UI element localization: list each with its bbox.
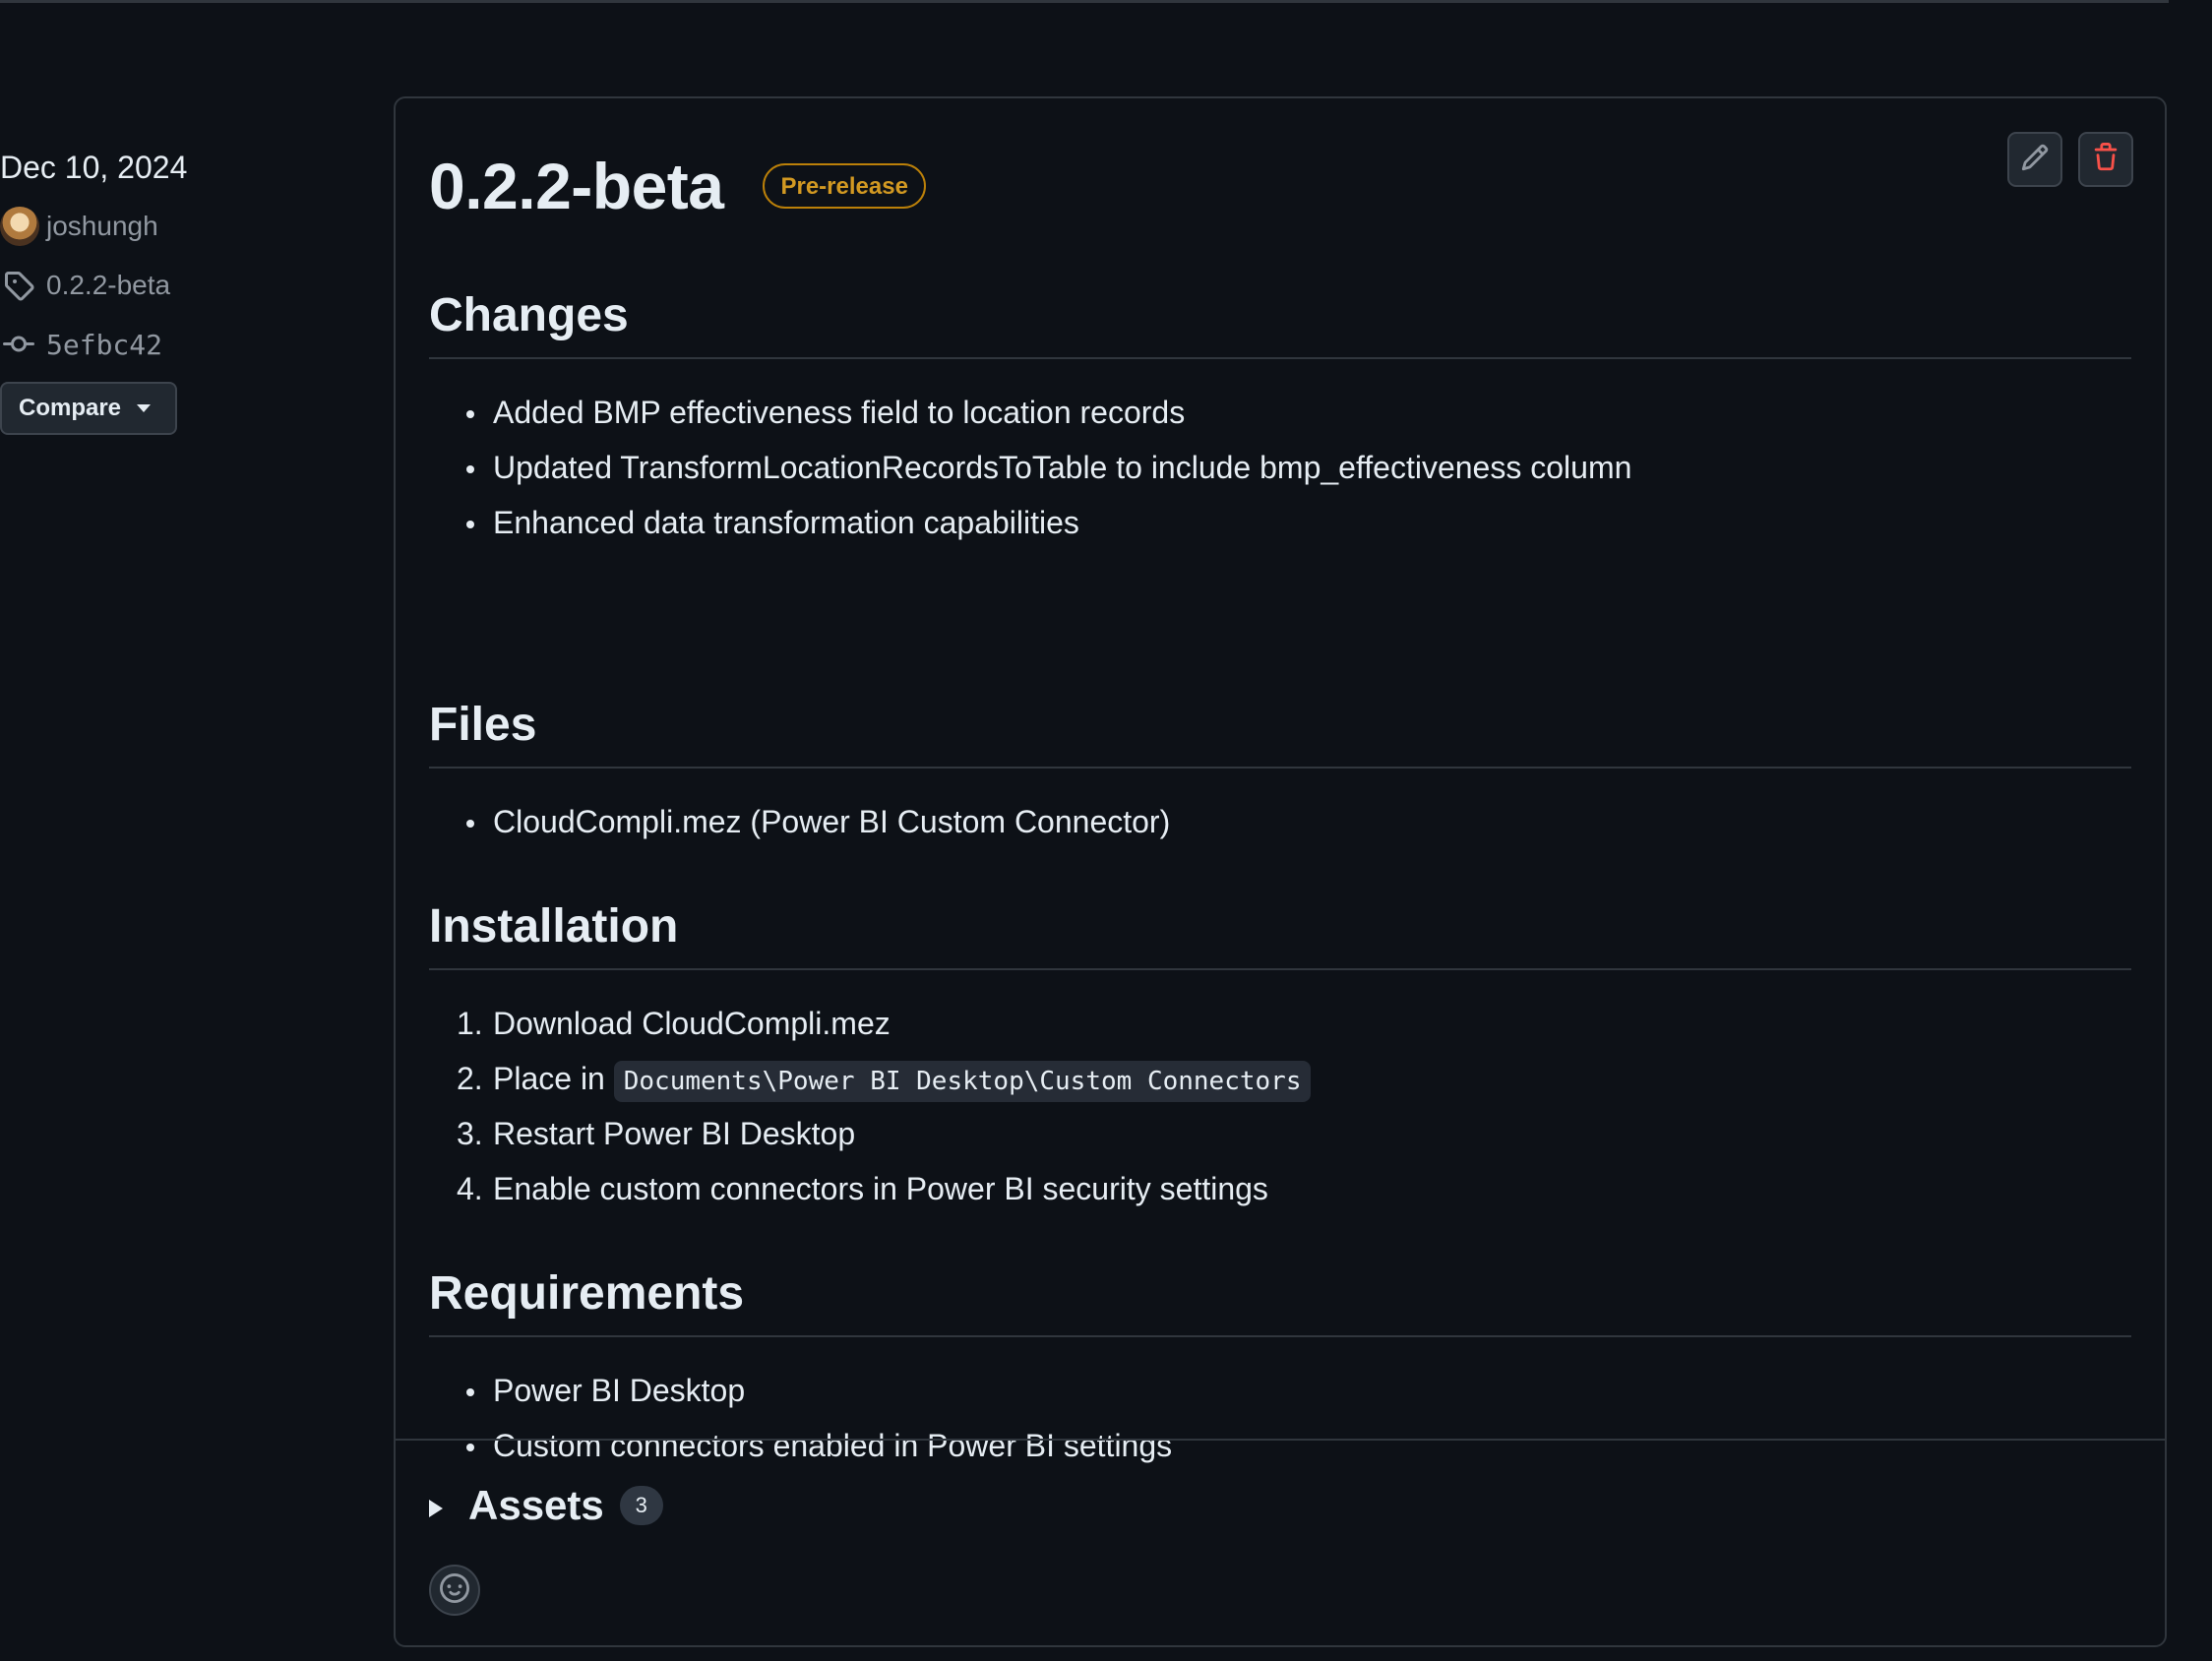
list-item: 2. Place in Documents\Power BI Desktop\C…: [429, 1051, 2131, 1106]
changes-heading: Changes: [429, 289, 629, 341]
commit-icon: [0, 326, 37, 363]
top-divider: [0, 0, 2169, 3]
list-item: Added BMP effectiveness field to locatio…: [429, 385, 2131, 440]
pencil-icon: [2020, 143, 2050, 177]
section-divider: [429, 357, 2131, 359]
step-text: Restart Power BI Desktop: [493, 1116, 856, 1151]
tag-link[interactable]: 0.2.2-beta: [0, 256, 315, 315]
files-heading: Files: [429, 699, 537, 751]
tag-icon: [0, 267, 37, 304]
release-sidebar: Dec 10, 2024 joshungh 0.2.2-beta 5efbc42…: [0, 138, 315, 435]
files-list: CloudCompli.mez (Power BI Custom Connect…: [429, 794, 2131, 849]
list-item: Updated TransformLocationRecordsToTable …: [429, 440, 2131, 495]
prerelease-badge: Pre-release: [763, 163, 926, 209]
list-item: Enhanced data transformation capabilitie…: [429, 495, 2131, 550]
assets-label: Assets: [468, 1482, 604, 1528]
assets-toggle[interactable]: Assets 3: [429, 1476, 663, 1535]
list-item: 1. Download CloudCompli.mez: [429, 996, 2131, 1051]
release-title[interactable]: 0.2.2-beta: [429, 149, 724, 223]
requirements-list: Power BI Desktop Custom connectors enabl…: [429, 1363, 2131, 1473]
step-number: 1.: [457, 1006, 483, 1041]
installation-section: Installation 1. Download CloudCompli.mez…: [429, 892, 2131, 1216]
changes-section: Changes Added BMP effectiveness field to…: [429, 280, 2131, 550]
commit-link[interactable]: 5efbc42: [0, 315, 315, 374]
section-divider: [429, 968, 2131, 970]
step-number: 4.: [457, 1171, 483, 1206]
trash-icon: [2091, 142, 2120, 177]
commit-sha: 5efbc42: [46, 328, 163, 361]
list-item: 3. Restart Power BI Desktop: [429, 1106, 2131, 1161]
list-item: Power BI Desktop: [429, 1363, 2131, 1418]
files-section: Files CloudCompli.mez (Power BI Custom C…: [429, 690, 2131, 849]
release-header: 0.2.2-beta Pre-release: [429, 142, 926, 230]
path-code: Documents\Power BI Desktop\Custom Connec…: [613, 1061, 1312, 1102]
avatar: [0, 207, 39, 246]
section-divider: [429, 1335, 2131, 1337]
delete-release-button[interactable]: [2078, 132, 2133, 187]
edit-release-button[interactable]: [2007, 132, 2062, 187]
step-text: Download CloudCompli.mez: [493, 1006, 891, 1041]
triangle-right-icon: [429, 1500, 443, 1517]
assets-divider: [396, 1439, 2165, 1441]
step-number: 3.: [457, 1116, 483, 1151]
assets-count-badge: 3: [619, 1486, 663, 1525]
changes-list: Added BMP effectiveness field to locatio…: [429, 385, 2131, 550]
tag-name: 0.2.2-beta: [46, 270, 171, 300]
add-reaction-button[interactable]: [429, 1565, 480, 1616]
requirements-section: Requirements Power BI Desktop Custom con…: [429, 1259, 2131, 1473]
requirements-heading: Requirements: [429, 1267, 745, 1320]
smiley-icon: [440, 1572, 469, 1608]
list-item: CloudCompli.mez (Power BI Custom Connect…: [429, 794, 2131, 849]
release-date: Dec 10, 2024: [0, 150, 188, 185]
step-text: Place in: [493, 1061, 605, 1096]
chevron-down-icon: [137, 404, 152, 412]
installation-steps: 1. Download CloudCompli.mez 2. Place in …: [429, 996, 2131, 1216]
author-name: joshungh: [46, 211, 158, 241]
author-link[interactable]: joshungh: [0, 197, 315, 256]
installation-heading: Installation: [429, 900, 679, 953]
compare-label: Compare: [19, 395, 122, 421]
compare-button[interactable]: Compare: [0, 382, 177, 435]
step-number: 2.: [457, 1061, 483, 1096]
section-divider: [429, 767, 2131, 769]
release-card: 0.2.2-beta Pre-release Changes Added BMP…: [394, 96, 2167, 1647]
list-item: Custom connectors enabled in Power BI se…: [429, 1418, 2131, 1473]
step-text: Enable custom connectors in Power BI sec…: [493, 1171, 1268, 1206]
list-item: 4. Enable custom connectors in Power BI …: [429, 1161, 2131, 1216]
